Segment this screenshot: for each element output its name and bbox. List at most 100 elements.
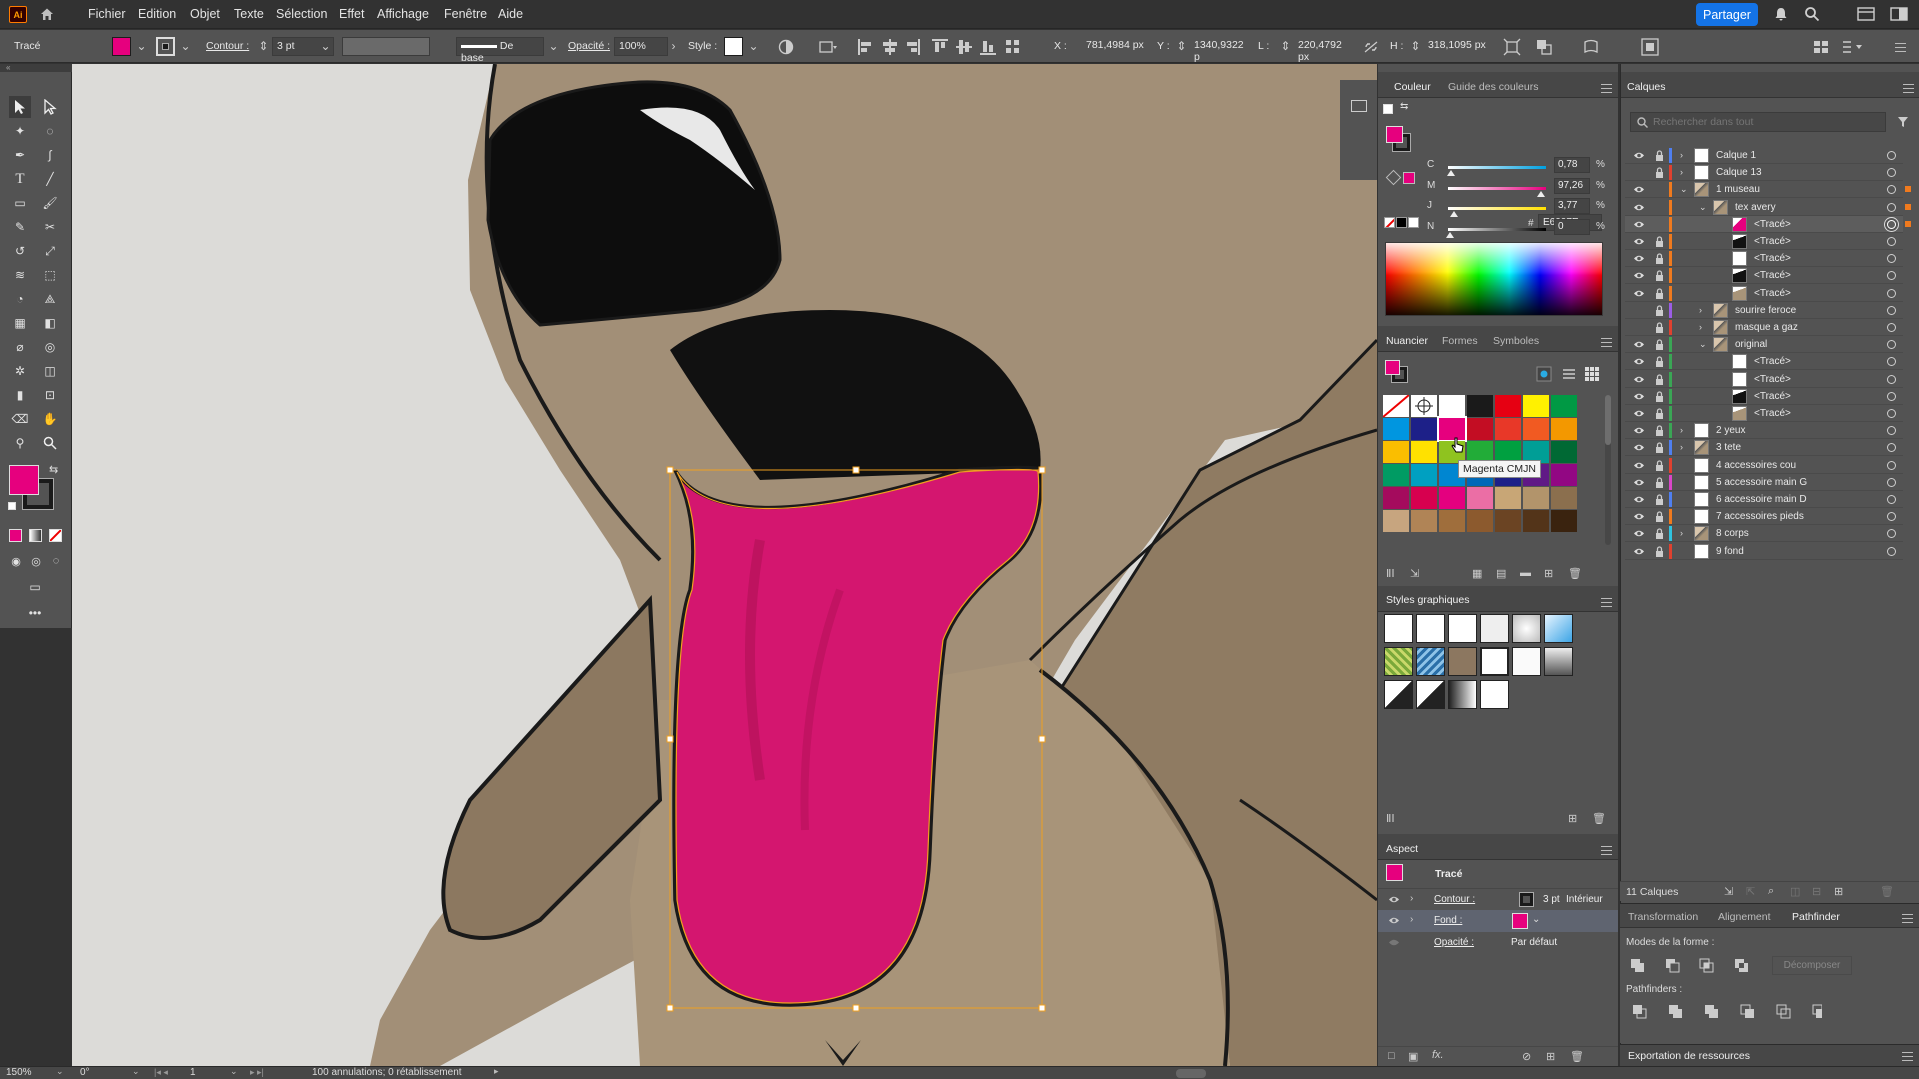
- layer-row[interactable]: › Calque 13: [1625, 164, 1903, 182]
- delete-item-icon[interactable]: 🗑: [1570, 1050, 1584, 1063]
- lock-icon[interactable]: [1655, 373, 1664, 385]
- swatch-libraries-icon[interactable]: ⅡⅠ: [1386, 567, 1395, 580]
- graphic-style-4[interactable]: [1480, 614, 1509, 643]
- slider-thumb[interactable]: [1537, 190, 1546, 197]
- paintbrush-tool-icon[interactable]: 🖌: [39, 192, 61, 214]
- layer-row[interactable]: <Tracé>: [1625, 233, 1903, 250]
- graphic-style-default[interactable]: [1384, 614, 1413, 643]
- graphic-style-8[interactable]: [1416, 647, 1445, 676]
- swatch[interactable]: [1439, 395, 1465, 417]
- eye-icon[interactable]: [1633, 461, 1645, 470]
- tab-couleur[interactable]: Couleur: [1394, 81, 1431, 93]
- swatch[interactable]: [1383, 441, 1409, 463]
- swatch[interactable]: [1411, 510, 1437, 532]
- horizontal-scrollbar[interactable]: [1176, 1069, 1206, 1078]
- screen-mode-icon[interactable]: ▭: [24, 576, 46, 598]
- align-buttons[interactable]: [856, 38, 1026, 56]
- tab-transformation[interactable]: Transformation: [1628, 911, 1698, 923]
- symbol-sprayer-icon[interactable]: ✲: [9, 360, 31, 382]
- swatch[interactable]: [1523, 395, 1549, 417]
- find-icon[interactable]: ⌕: [1768, 885, 1774, 898]
- eye-icon[interactable]: [1633, 357, 1645, 366]
- target-icon[interactable]: [1887, 323, 1896, 332]
- eye-icon[interactable]: [1633, 443, 1645, 452]
- lock-icon[interactable]: [1655, 339, 1664, 351]
- swatch[interactable]: [1383, 464, 1409, 486]
- perspective-grid-icon[interactable]: ⟁: [39, 288, 61, 310]
- chevron-right-icon[interactable]: ›: [1680, 167, 1690, 177]
- variable-width-field[interactable]: [342, 37, 430, 56]
- hand-tool-icon[interactable]: ✋: [39, 408, 61, 430]
- menu-fenetre[interactable]: Fenêtre: [444, 7, 487, 21]
- chevron-down-icon[interactable]: ⌄: [546, 39, 561, 54]
- stroke-swatch[interactable]: [156, 37, 175, 56]
- chevron-right-icon[interactable]: ›: [1680, 442, 1690, 452]
- layer-name[interactable]: 7 accessoires pieds: [1716, 511, 1804, 522]
- chevron-down-icon[interactable]: ⌄: [178, 39, 193, 54]
- slider-n[interactable]: N 0%: [1378, 218, 1618, 242]
- target-icon[interactable]: [1887, 529, 1896, 539]
- layer-row[interactable]: <Tracé>: [1625, 250, 1903, 268]
- lock-icon[interactable]: [1655, 253, 1664, 265]
- lock-icon[interactable]: [1655, 459, 1664, 471]
- aspect-menu-icon[interactable]: [1601, 846, 1612, 855]
- swatch[interactable]: [1411, 418, 1437, 440]
- layer-name[interactable]: original: [1735, 339, 1767, 350]
- layer-name[interactable]: <Tracé>: [1754, 356, 1791, 367]
- layer-row[interactable]: ⌄ tex avery: [1625, 199, 1911, 216]
- chevron-right-icon[interactable]: ›: [1680, 425, 1690, 435]
- home-icon[interactable]: [40, 7, 54, 21]
- shaper-tool-icon[interactable]: ✎: [9, 216, 31, 238]
- eye-icon[interactable]: [1633, 392, 1645, 401]
- swatch[interactable]: [1411, 487, 1437, 509]
- layer-name[interactable]: 9 fond: [1716, 546, 1744, 557]
- chevron-down-icon[interactable]: ⌄: [318, 39, 333, 54]
- eye-icon[interactable]: [1633, 426, 1645, 435]
- graphic-style-12[interactable]: [1544, 647, 1573, 676]
- swatch[interactable]: [1551, 395, 1577, 417]
- selection-indicator[interactable]: [1905, 203, 1911, 210]
- swatch[interactable]: [1411, 395, 1437, 417]
- layers-menu-icon[interactable]: [1903, 84, 1914, 93]
- bell-icon[interactable]: [1773, 6, 1789, 22]
- menu-objet[interactable]: Objet: [190, 7, 220, 21]
- layer-row[interactable]: 9 fond: [1625, 543, 1903, 560]
- layer-name[interactable]: 2 yeux: [1716, 425, 1745, 436]
- eye-icon[interactable]: [1633, 289, 1645, 298]
- new-group-icon[interactable]: ▬: [1520, 567, 1531, 579]
- menu-selection[interactable]: Sélection: [276, 7, 327, 21]
- aspect-fill-label[interactable]: Fond :: [1434, 915, 1462, 926]
- swatch[interactable]: [1551, 464, 1577, 486]
- lock-icon[interactable]: [1655, 236, 1664, 247]
- graphic-style-14[interactable]: [1416, 680, 1445, 709]
- layer-row[interactable]: ⌄ 1 museau: [1625, 181, 1911, 199]
- target-icon[interactable]: [1887, 151, 1896, 160]
- swatch[interactable]: [1383, 418, 1409, 440]
- layer-name[interactable]: 1 museau: [1716, 184, 1760, 195]
- delete-graphic-style-icon[interactable]: 🗑: [1592, 812, 1606, 825]
- layer-name[interactable]: <Tracé>: [1754, 219, 1791, 230]
- layers-search-input[interactable]: [1653, 115, 1873, 129]
- stepper-icon[interactable]: ⇕: [1408, 39, 1423, 54]
- tab-guide-couleurs[interactable]: Guide des couleurs: [1448, 81, 1538, 93]
- eye-icon[interactable]: [1633, 254, 1645, 263]
- delete-swatch-icon[interactable]: 🗑: [1568, 567, 1582, 580]
- chevron-right-icon[interactable]: ›: [1699, 322, 1709, 332]
- lock-icon[interactable]: [1655, 270, 1664, 282]
- chevron-right-icon[interactable]: ›: [1410, 914, 1413, 925]
- lock-icon[interactable]: [1655, 167, 1664, 179]
- slider-track[interactable]: [1448, 166, 1546, 169]
- new-swatch-icon[interactable]: ⊞: [1544, 567, 1553, 580]
- target-icon[interactable]: [1887, 219, 1896, 229]
- chevron-down-icon[interactable]: ⌄: [1680, 184, 1690, 194]
- layer-row[interactable]: › 8 corps: [1625, 525, 1903, 543]
- layer-row[interactable]: › sourire feroce: [1625, 302, 1903, 319]
- menu-fichier[interactable]: Fichier: [88, 7, 126, 21]
- eye-icon[interactable]: [1633, 529, 1645, 538]
- tab-formes[interactable]: Formes: [1442, 335, 1478, 347]
- graphic-styles-title[interactable]: Styles graphiques: [1386, 594, 1469, 606]
- scale-tool-icon[interactable]: ⤢: [39, 240, 61, 262]
- swatch[interactable]: [1439, 510, 1465, 532]
- lasso-icon[interactable]: ◌: [39, 120, 61, 142]
- type-tool-icon[interactable]: T: [9, 168, 31, 190]
